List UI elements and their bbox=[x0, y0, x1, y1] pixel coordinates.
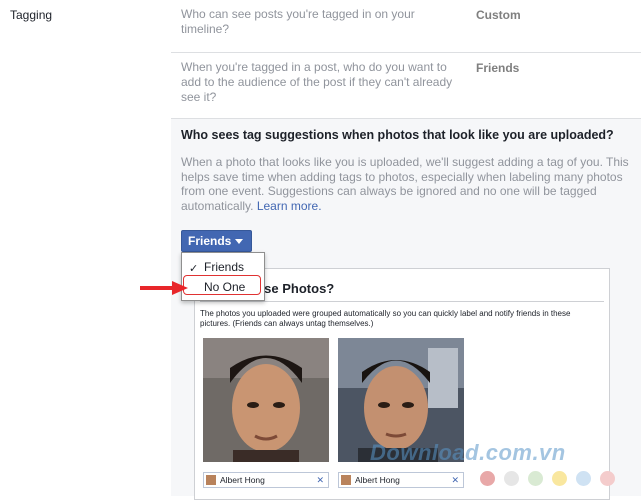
section-label: Tagging bbox=[10, 8, 53, 22]
red-arrow-icon bbox=[140, 281, 188, 295]
row-question: Who can see posts you're tagged in on yo… bbox=[181, 7, 415, 36]
watermark-text: Download.com.vn bbox=[370, 440, 566, 465]
remove-tag-icon[interactable]: ✕ bbox=[316, 473, 324, 487]
face-photo-1 bbox=[203, 338, 329, 462]
row-question: When you're tagged in a post, who do you… bbox=[181, 60, 453, 104]
decorative-dot bbox=[552, 471, 567, 486]
panel-description: When a photo that looks like you is uplo… bbox=[181, 155, 633, 213]
avatar bbox=[341, 475, 351, 485]
row-value[interactable]: Custom bbox=[476, 8, 521, 22]
settings-row[interactable]: When you're tagged in a post, who do you… bbox=[171, 52, 641, 119]
divider bbox=[200, 301, 604, 302]
decorative-dot bbox=[504, 471, 519, 486]
settings-row[interactable]: Who can see posts you're tagged in on yo… bbox=[171, 0, 641, 53]
decorative-dot bbox=[600, 471, 615, 486]
tag-chip: Albert Hong ✕ bbox=[203, 472, 329, 488]
option-highlight-box bbox=[183, 275, 261, 295]
checkmark-icon: ✓ bbox=[189, 263, 199, 275]
tag-chip: Albert Hong ✕ bbox=[338, 472, 464, 488]
row-value[interactable]: Friends bbox=[476, 61, 519, 75]
decorative-dot bbox=[576, 471, 591, 486]
dropdown-option-friends[interactable]: Friends bbox=[204, 260, 244, 274]
audience-select-button[interactable]: Friends bbox=[181, 230, 253, 252]
audience-select-label: Friends bbox=[188, 234, 232, 248]
remove-tag-icon[interactable]: ✕ bbox=[451, 473, 459, 487]
tag-name: Albert Hong bbox=[355, 475, 400, 485]
decorative-dot bbox=[528, 471, 543, 486]
tag-name: Albert Hong bbox=[220, 475, 265, 485]
decorative-dot bbox=[480, 471, 495, 486]
learn-more-link[interactable]: Learn more. bbox=[257, 199, 322, 213]
description-text: When a photo that looks like you is uplo… bbox=[181, 155, 629, 213]
preview-text: The photos you uploaded were grouped aut… bbox=[200, 309, 571, 328]
panel-title: Who sees tag suggestions when photos tha… bbox=[181, 128, 614, 142]
caret-down-icon bbox=[235, 239, 244, 244]
avatar bbox=[206, 475, 216, 485]
